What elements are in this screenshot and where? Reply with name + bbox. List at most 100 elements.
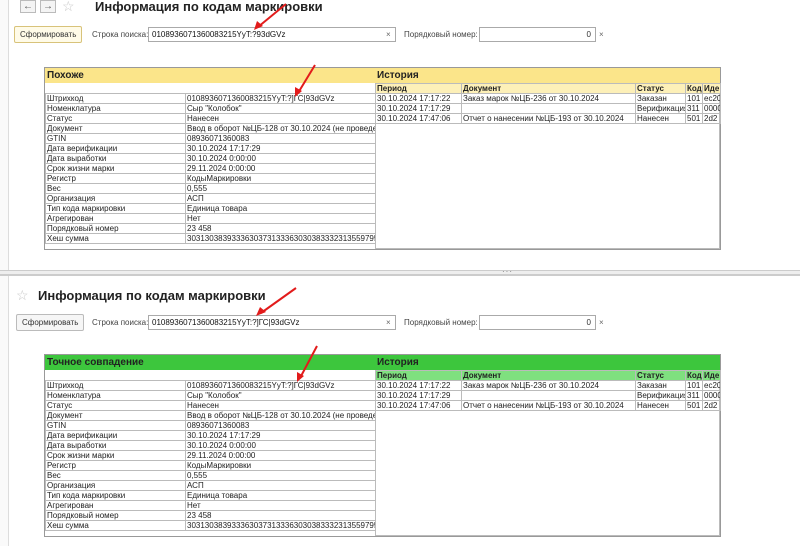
property-value: Нет	[185, 500, 376, 511]
property-row[interactable]: Документ Ввод в оборот №ЦБ-128 от 30.10.2…	[45, 410, 376, 421]
document-cell	[461, 103, 636, 114]
property-row[interactable]: Статус Нанесен	[45, 400, 376, 411]
property-label: Срок жизни марки	[45, 163, 186, 174]
status-cell: Нанесен	[635, 400, 686, 411]
order-number-field[interactable]: 0	[479, 315, 596, 330]
property-row[interactable]: Регистр КодыМаркировки	[45, 173, 376, 184]
history-row[interactable]: 30.10.2024 17:17:29 Верификация 311 0000	[375, 390, 721, 401]
id-cell: 0000	[702, 390, 721, 401]
order-number-field[interactable]: 0	[479, 27, 596, 42]
property-label: Дата верификации	[45, 143, 186, 154]
property-row[interactable]: Хеш сумма 3031303839333630373133363030383…	[45, 520, 376, 531]
property-row[interactable]: Хеш сумма 3031303839333630373133363030383…	[45, 233, 376, 244]
property-row[interactable]: Номенклатура Сыр "Колобок"	[45, 390, 376, 401]
property-row[interactable]: Агрегирован Нет	[45, 213, 376, 224]
code-cell: 101	[685, 380, 703, 391]
property-label: Организация	[45, 480, 186, 491]
property-value: 0108936071360083215YyT:?]ГС|93dGVz	[185, 380, 376, 391]
history-row[interactable]: 30.10.2024 17:17:22 Заказ марок №ЦБ-236 о…	[375, 380, 721, 391]
property-row[interactable]: Порядковый номер 23 458	[45, 510, 376, 521]
history-row[interactable]: 30.10.2024 17:17:22 Заказ марок №ЦБ-236 о…	[375, 93, 721, 104]
back-button[interactable]: ←	[20, 0, 36, 13]
history-title: История	[375, 355, 720, 370]
property-value: Сыр "Колобок"	[185, 103, 376, 114]
order-number-clear-icon[interactable]: ×	[599, 318, 604, 327]
property-row[interactable]: Срок жизни марки 29.11.2024 0:00:00	[45, 163, 376, 174]
property-row[interactable]: GTIN 08936071360083	[45, 420, 376, 431]
property-row[interactable]: Тип кода маркировки Единица товара	[45, 203, 376, 214]
property-row[interactable]: Дата выработки 30.10.2024 0:00:00	[45, 440, 376, 451]
code-cell: 311	[685, 390, 703, 401]
search-clear-icon[interactable]: ×	[386, 30, 391, 39]
property-value: Нанесен	[185, 113, 376, 124]
property-row[interactable]: Номенклатура Сыр "Колобок"	[45, 103, 376, 114]
document-cell: Заказ марок №ЦБ-236 от 30.10.2024	[461, 93, 636, 104]
property-label: GTIN	[45, 133, 186, 144]
property-row[interactable]: Штрихкод 0108936071360083215YyT:?]ГС|93dG…	[45, 380, 376, 391]
favorite-star-icon[interactable]: ☆	[16, 288, 29, 302]
history-row[interactable]: 30.10.2024 17:47:06 Отчет о нанесении №ЦБ…	[375, 113, 721, 124]
property-label: Номенклатура	[45, 103, 186, 114]
property-value: 30.10.2024 0:00:00	[185, 153, 376, 164]
search-input-value: 0108936071360083215YyT:?93dGVz	[152, 30, 286, 39]
property-value: 30.10.2024 17:17:29	[185, 143, 376, 154]
history-column-header: Статус	[635, 83, 686, 94]
search-input[interactable]: 0108936071360083215YyT:?93dGVz	[148, 27, 396, 42]
search-input-value: 0108936071360083215YyT:?]ГС|93dGVz	[152, 318, 300, 327]
top-pane: ← → ☆ Информация по кодам маркировки Сфо…	[0, 0, 800, 270]
property-value: Единица товара	[185, 203, 376, 214]
property-value: 0108936071360083215YyT:?]ГС|93dGVz	[185, 93, 376, 104]
id-cell: 2d2	[702, 113, 721, 124]
code-cell: 311	[685, 103, 703, 114]
period-cell: 30.10.2024 17:17:22	[375, 380, 462, 391]
generate-button[interactable]: Сформировать	[14, 26, 83, 43]
property-value: 3031303839333630373133363030383332313559…	[185, 520, 376, 531]
status-cell: Верификация	[635, 103, 686, 114]
property-row[interactable]: Срок жизни марки 29.11.2024 0:00:00	[45, 450, 376, 461]
property-value: Сыр "Колобок"	[185, 390, 376, 401]
history-column-header: Период	[375, 370, 462, 381]
property-row[interactable]: Вес 0,555	[45, 183, 376, 194]
property-row[interactable]: Штрихкод 0108936071360083215YyT:?]ГС|93dG…	[45, 93, 376, 104]
history-row[interactable]: 30.10.2024 17:47:06 Отчет о нанесении №ЦБ…	[375, 400, 721, 411]
forward-button[interactable]: →	[40, 0, 56, 13]
period-cell: 30.10.2024 17:47:06	[375, 400, 462, 411]
property-row[interactable]: Дата выработки 30.10.2024 0:00:00	[45, 153, 376, 164]
search-input[interactable]: 0108936071360083215YyT:?]ГС|93dGVz	[148, 315, 396, 330]
history-column-header: Статус	[635, 370, 686, 381]
id-cell: ec20	[702, 93, 721, 104]
history-row[interactable]: 30.10.2024 17:17:29 Верификация 311 0000	[375, 103, 721, 114]
property-row[interactable]: Вес 0,555	[45, 470, 376, 481]
generate-button[interactable]: Сформировать	[16, 314, 85, 331]
panel-title: Точное совпадение	[45, 355, 375, 370]
property-row[interactable]: Агрегирован Нет	[45, 500, 376, 511]
property-row[interactable]: Тип кода маркировки Единица товара	[45, 490, 376, 501]
search-label: Строка поиска:	[92, 318, 149, 327]
order-number-label: Порядковый номер:	[404, 30, 478, 39]
property-row[interactable]: GTIN 08936071360083	[45, 133, 376, 144]
order-number-label: Порядковый номер:	[404, 318, 478, 327]
property-row[interactable]: Статус Нанесен	[45, 113, 376, 124]
property-value: Ввод в оборот №ЦБ-128 от 30.10.2024 (не …	[185, 123, 376, 134]
property-row[interactable]: Организация АСП	[45, 480, 376, 491]
property-row[interactable]: Дата верификации 30.10.2024 17:17:29	[45, 430, 376, 441]
search-clear-icon[interactable]: ×	[386, 318, 391, 327]
property-label: Штрихкод	[45, 380, 186, 391]
period-cell: 30.10.2024 17:47:06	[375, 113, 462, 124]
property-row[interactable]: Регистр КодыМаркировки	[45, 460, 376, 471]
panel-title: Похоже	[45, 68, 375, 83]
property-row[interactable]: Порядковый номер 23 458	[45, 223, 376, 234]
property-row[interactable]: Дата верификации 30.10.2024 17:17:29	[45, 143, 376, 154]
property-label: Вес	[45, 470, 186, 481]
property-label: Дата выработки	[45, 440, 186, 451]
order-number-clear-icon[interactable]: ×	[599, 30, 604, 39]
property-label: Статус	[45, 400, 186, 411]
history-column-header: Иде	[702, 370, 721, 381]
property-label: Агрегирован	[45, 500, 186, 511]
favorite-star-icon[interactable]: ☆	[62, 0, 75, 13]
property-value: Ввод в оборот №ЦБ-128 от 30.10.2024 (не …	[185, 410, 376, 421]
property-label: Организация	[45, 193, 186, 204]
property-label: Тип кода маркировки	[45, 490, 186, 501]
property-row[interactable]: Документ Ввод в оборот №ЦБ-128 от 30.10.2…	[45, 123, 376, 134]
property-row[interactable]: Организация АСП	[45, 193, 376, 204]
